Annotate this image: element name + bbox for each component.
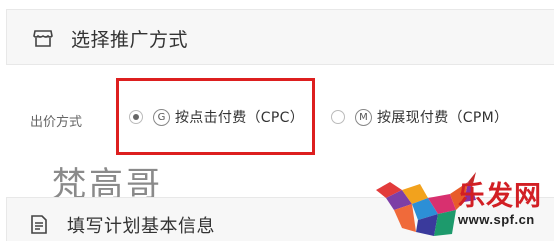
- logo-url: www.spf.cn: [458, 212, 535, 227]
- bid-option-cpm-label: 按展现付费（CPM）: [377, 110, 509, 126]
- g-circle-icon: G: [153, 108, 170, 126]
- bid-option-cpm[interactable]: M 按展现付费（CPM）: [331, 107, 508, 127]
- m-circle-icon: M: [355, 108, 372, 126]
- radio-cpc[interactable]: [129, 110, 143, 124]
- radio-cpm[interactable]: [331, 110, 345, 124]
- logo-text: 乐发网: [458, 181, 542, 212]
- document-icon: [31, 215, 47, 234]
- bid-option-cpc-label: 按点击付费（CPC）: [175, 110, 304, 126]
- shop-icon: [33, 30, 53, 47]
- section-title-promotion-method: 选择推广方式: [71, 29, 189, 51]
- bid-option-cpc[interactable]: G 按点击付费（CPC）: [129, 107, 304, 127]
- section-title-plan-info: 填写计划基本信息: [67, 216, 215, 237]
- section-header-promotion-method: 选择推广方式: [6, 9, 554, 65]
- bid-method-label: 出价方式: [30, 115, 83, 130]
